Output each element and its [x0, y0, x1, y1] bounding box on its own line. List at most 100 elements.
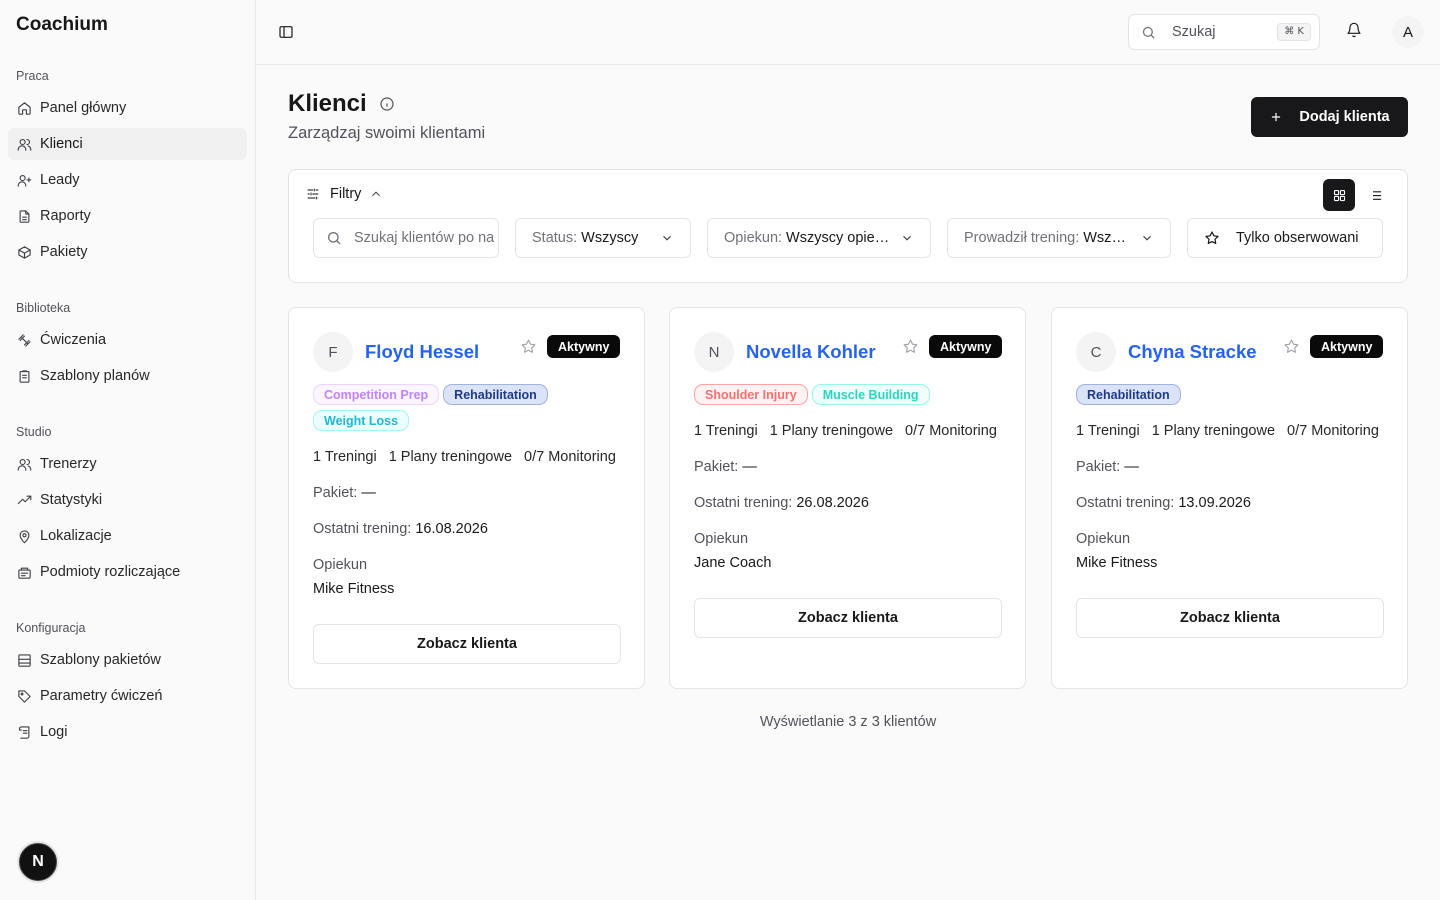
sidebar-item-label: Trenerzy: [40, 456, 97, 472]
sidebar-item-logi[interactable]: Logi: [8, 716, 247, 748]
sidebar-item-cwiczenia[interactable]: Ćwiczenia: [8, 324, 247, 356]
nav-section-konfiguracja: Konfiguracja Szablony pakietów Parametry…: [8, 616, 247, 748]
client-card: C Chyna Stracke Aktywny Rehabilitation 1…: [1051, 307, 1408, 689]
stat-monitoring: 0/7 Monitoring: [905, 423, 997, 439]
tag-icon: [16, 688, 32, 704]
sidebar: Coachium Praca Panel główny Klienci Lead…: [0, 0, 256, 900]
stat-plans: 1 Plany treningowe: [769, 423, 894, 439]
global-search-button[interactable]: Szukaj ⌘ K: [1128, 14, 1320, 50]
add-client-button[interactable]: Dodaj klienta: [1251, 97, 1408, 137]
coach-select[interactable]: Opiekun: Wszyscy opiekunowie: [707, 218, 931, 258]
sidebar-item-statystyki[interactable]: Statystyki: [8, 484, 247, 516]
list-view-button[interactable]: [1359, 179, 1391, 211]
page-title: Klienci: [288, 90, 367, 117]
grid-view-button[interactable]: [1323, 179, 1355, 211]
sidebar-item-podmioty[interactable]: Podmioty rozliczające: [8, 556, 247, 588]
user-avatar[interactable]: A: [1392, 16, 1424, 48]
view-client-button[interactable]: Zobacz klienta: [1076, 598, 1384, 638]
view-client-button[interactable]: Zobacz klienta: [694, 598, 1002, 638]
stat-plans: 1 Plany treningowe: [388, 449, 513, 465]
sidebar-item-szablony-pakietow[interactable]: Szablony pakietów: [8, 644, 247, 676]
sidebar-item-szablony-planow[interactable]: Szablony planów: [8, 360, 247, 392]
sidebar-toggle-icon[interactable]: [276, 22, 296, 42]
client-avatar: C: [1076, 332, 1116, 372]
client-card: N Novella Kohler Aktywny Shoulder Injury…: [669, 307, 1026, 689]
stat-plans: 1 Plany treningowe: [1151, 423, 1276, 439]
watched-only-toggle[interactable]: Tylko obserwowani: [1187, 218, 1383, 258]
nav-heading: Praca: [16, 69, 49, 83]
brand-logo[interactable]: Coachium: [16, 14, 108, 36]
trainer-select-label: Prowadził trening:: [964, 230, 1080, 246]
nav-section-studio: Studio Trenerzy Statystyki Lokalizacje P…: [8, 420, 247, 588]
client-avatar: N: [694, 332, 734, 372]
status-select[interactable]: Status: Wszyscy: [515, 218, 691, 258]
sidebar-item-lokalizacje[interactable]: Lokalizacje: [8, 520, 247, 552]
client-last-training: Ostatni trening: 16.08.2026: [313, 521, 488, 537]
add-client-label: Dodaj klienta: [1299, 109, 1390, 125]
package-label: Pakiet:: [313, 485, 358, 501]
users-icon: [16, 136, 32, 152]
sidebar-item-label: Ćwiczenia: [40, 332, 107, 348]
nav-heading: Konfiguracja: [16, 621, 86, 635]
user-plus-icon: [16, 172, 32, 188]
filters-toggle[interactable]: Filtry: [305, 186, 383, 202]
client-tags: Shoulder Injury Muscle Building: [694, 384, 1004, 405]
client-tag: Competition Prep: [313, 384, 440, 405]
star-icon[interactable]: [520, 338, 538, 356]
search-icon: [328, 232, 341, 245]
client-stats: 1 Treningi 1 Plany treningowe 0/7 Monito…: [313, 449, 616, 465]
sidebar-item-klienci[interactable]: Klienci: [8, 128, 247, 160]
nav-heading: Biblioteka: [16, 301, 71, 315]
status-badge: Aktywny: [929, 335, 1003, 358]
shortcut-hint: ⌘ K: [1277, 23, 1311, 41]
star-icon[interactable]: [1283, 338, 1301, 356]
nav-section-praca: Praca Panel główny Klienci Leady Raporty…: [8, 64, 247, 268]
package-label: Pakiet:: [694, 459, 739, 475]
info-icon[interactable]: [379, 96, 395, 112]
client-avatar: F: [313, 332, 353, 372]
sidebar-item-parametry[interactable]: Parametry ćwiczeń: [8, 680, 247, 712]
sidebar-item-label: Panel główny: [40, 100, 127, 116]
topbar: Szukaj ⌘ K A: [256, 0, 1440, 65]
sidebar-item-trenerzy[interactable]: Trenerzy: [8, 448, 247, 480]
sidebar-item-label: Podmioty rozliczające: [40, 564, 181, 580]
coach-value: Mike Fitness: [1076, 555, 1158, 571]
home-icon: [16, 100, 32, 116]
client-search-field[interactable]: [313, 218, 499, 258]
sidebar-item-leady[interactable]: Leady: [8, 164, 247, 196]
clipboard-icon: [16, 368, 32, 384]
status-select-label: Status:: [532, 230, 578, 246]
layout-icon: [16, 652, 32, 668]
devtools-badge[interactable]: N: [19, 843, 57, 881]
stat-trainings: 1 Treningi: [694, 423, 758, 439]
sidebar-item-label: Parametry ćwiczeń: [40, 688, 163, 704]
coach-value: Jane Coach: [694, 555, 772, 571]
view-client-button[interactable]: Zobacz klienta: [313, 624, 621, 664]
client-name-link[interactable]: Floyd Hessel: [365, 341, 479, 363]
trainer-select[interactable]: Prowadził trening: Wszyscy: [947, 218, 1171, 258]
stat-trainings: 1 Treningi: [313, 449, 377, 465]
bell-icon[interactable]: [1346, 22, 1366, 42]
last-training-label: Ostatni trening:: [1076, 495, 1175, 511]
client-stats: 1 Treningi 1 Plany treningowe 0/7 Monito…: [1076, 423, 1379, 439]
client-package: Pakiet: —: [694, 459, 757, 475]
grid-icon: [1333, 189, 1345, 201]
client-last-training: Ostatni trening: 26.08.2026: [694, 495, 869, 511]
watched-only-label: Tylko obserwowani: [1236, 230, 1359, 246]
page-header: Klienci: [288, 90, 395, 118]
sidebar-item-panel[interactable]: Panel główny: [8, 92, 247, 124]
sidebar-item-label: Logi: [40, 724, 68, 740]
page-subtitle: Zarządzaj swoimi klientami: [288, 124, 486, 142]
coach-value: Mike Fitness: [313, 581, 395, 597]
client-name-link[interactable]: Novella Kohler: [746, 341, 876, 363]
star-icon[interactable]: [902, 338, 920, 356]
sidebar-item-pakiety[interactable]: Pakiety: [8, 236, 247, 268]
client-search-input[interactable]: [354, 230, 494, 246]
client-tag: Muscle Building: [811, 384, 930, 405]
stat-monitoring: 0/7 Monitoring: [524, 449, 616, 465]
sidebar-item-raporty[interactable]: Raporty: [8, 200, 247, 232]
package-icon: [16, 244, 32, 260]
client-name-link[interactable]: Chyna Stracke: [1128, 341, 1257, 363]
sliders-icon: [307, 188, 319, 200]
client-tag: Rehabilitation: [443, 384, 548, 405]
